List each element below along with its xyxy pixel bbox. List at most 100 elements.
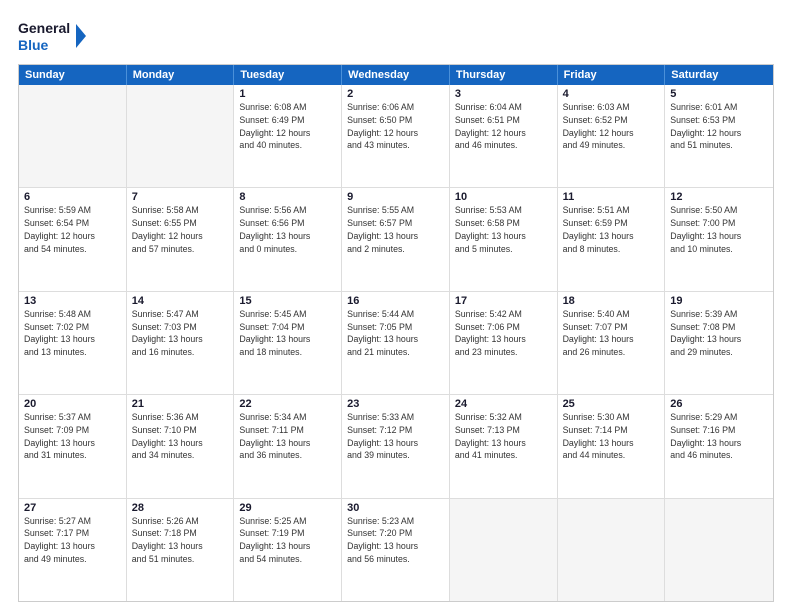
calendar-cell: 7Sunrise: 5:58 AM Sunset: 6:55 PM Daylig…	[127, 188, 235, 290]
cell-sun-info: Sunrise: 5:26 AM Sunset: 7:18 PM Dayligh…	[132, 515, 229, 566]
calendar-cell: 11Sunrise: 5:51 AM Sunset: 6:59 PM Dayli…	[558, 188, 666, 290]
cell-day-number: 11	[563, 191, 660, 203]
calendar-header: SundayMondayTuesdayWednesdayThursdayFrid…	[19, 65, 773, 85]
cell-sun-info: Sunrise: 5:58 AM Sunset: 6:55 PM Dayligh…	[132, 204, 229, 255]
svg-text:General: General	[18, 20, 70, 36]
calendar-cell: 18Sunrise: 5:40 AM Sunset: 7:07 PM Dayli…	[558, 292, 666, 394]
calendar-cell: 29Sunrise: 5:25 AM Sunset: 7:19 PM Dayli…	[234, 499, 342, 601]
cell-sun-info: Sunrise: 5:27 AM Sunset: 7:17 PM Dayligh…	[24, 515, 121, 566]
calendar-cell	[450, 499, 558, 601]
cell-day-number: 30	[347, 502, 444, 514]
cell-sun-info: Sunrise: 6:08 AM Sunset: 6:49 PM Dayligh…	[239, 101, 336, 152]
calendar-cell: 5Sunrise: 6:01 AM Sunset: 6:53 PM Daylig…	[665, 85, 773, 187]
calendar-cell: 28Sunrise: 5:26 AM Sunset: 7:18 PM Dayli…	[127, 499, 235, 601]
cell-day-number: 2	[347, 88, 444, 100]
calendar-cell: 3Sunrise: 6:04 AM Sunset: 6:51 PM Daylig…	[450, 85, 558, 187]
cell-day-number: 8	[239, 191, 336, 203]
calendar-row: 6Sunrise: 5:59 AM Sunset: 6:54 PM Daylig…	[19, 187, 773, 290]
calendar-cell	[665, 499, 773, 601]
calendar: SundayMondayTuesdayWednesdayThursdayFrid…	[18, 64, 774, 602]
cell-day-number: 19	[670, 295, 768, 307]
calendar-row: 20Sunrise: 5:37 AM Sunset: 7:09 PM Dayli…	[19, 394, 773, 497]
cell-sun-info: Sunrise: 5:33 AM Sunset: 7:12 PM Dayligh…	[347, 411, 444, 462]
calendar-cell: 17Sunrise: 5:42 AM Sunset: 7:06 PM Dayli…	[450, 292, 558, 394]
calendar-cell: 12Sunrise: 5:50 AM Sunset: 7:00 PM Dayli…	[665, 188, 773, 290]
calendar-cell: 6Sunrise: 5:59 AM Sunset: 6:54 PM Daylig…	[19, 188, 127, 290]
cell-day-number: 5	[670, 88, 768, 100]
weekday-header: Tuesday	[234, 65, 342, 85]
cell-day-number: 12	[670, 191, 768, 203]
cell-sun-info: Sunrise: 5:48 AM Sunset: 7:02 PM Dayligh…	[24, 308, 121, 359]
svg-text:Blue: Blue	[18, 37, 49, 53]
cell-sun-info: Sunrise: 5:44 AM Sunset: 7:05 PM Dayligh…	[347, 308, 444, 359]
cell-day-number: 25	[563, 398, 660, 410]
cell-day-number: 23	[347, 398, 444, 410]
calendar-cell: 26Sunrise: 5:29 AM Sunset: 7:16 PM Dayli…	[665, 395, 773, 497]
calendar-cell	[558, 499, 666, 601]
weekday-header: Sunday	[19, 65, 127, 85]
cell-day-number: 20	[24, 398, 121, 410]
cell-day-number: 13	[24, 295, 121, 307]
calendar-cell: 21Sunrise: 5:36 AM Sunset: 7:10 PM Dayli…	[127, 395, 235, 497]
weekday-header: Friday	[558, 65, 666, 85]
cell-sun-info: Sunrise: 5:37 AM Sunset: 7:09 PM Dayligh…	[24, 411, 121, 462]
cell-day-number: 4	[563, 88, 660, 100]
cell-day-number: 1	[239, 88, 336, 100]
cell-sun-info: Sunrise: 5:40 AM Sunset: 7:07 PM Dayligh…	[563, 308, 660, 359]
cell-sun-info: Sunrise: 5:51 AM Sunset: 6:59 PM Dayligh…	[563, 204, 660, 255]
cell-day-number: 28	[132, 502, 229, 514]
cell-sun-info: Sunrise: 5:55 AM Sunset: 6:57 PM Dayligh…	[347, 204, 444, 255]
calendar-cell: 23Sunrise: 5:33 AM Sunset: 7:12 PM Dayli…	[342, 395, 450, 497]
cell-sun-info: Sunrise: 5:34 AM Sunset: 7:11 PM Dayligh…	[239, 411, 336, 462]
cell-sun-info: Sunrise: 6:04 AM Sunset: 6:51 PM Dayligh…	[455, 101, 552, 152]
cell-day-number: 17	[455, 295, 552, 307]
cell-day-number: 14	[132, 295, 229, 307]
calendar-cell: 13Sunrise: 5:48 AM Sunset: 7:02 PM Dayli…	[19, 292, 127, 394]
cell-sun-info: Sunrise: 5:36 AM Sunset: 7:10 PM Dayligh…	[132, 411, 229, 462]
cell-sun-info: Sunrise: 6:01 AM Sunset: 6:53 PM Dayligh…	[670, 101, 768, 152]
cell-sun-info: Sunrise: 5:32 AM Sunset: 7:13 PM Dayligh…	[455, 411, 552, 462]
calendar-cell: 4Sunrise: 6:03 AM Sunset: 6:52 PM Daylig…	[558, 85, 666, 187]
cell-day-number: 9	[347, 191, 444, 203]
page: GeneralBlue SundayMondayTuesdayWednesday…	[0, 0, 792, 612]
calendar-cell: 15Sunrise: 5:45 AM Sunset: 7:04 PM Dayli…	[234, 292, 342, 394]
cell-day-number: 6	[24, 191, 121, 203]
cell-sun-info: Sunrise: 6:03 AM Sunset: 6:52 PM Dayligh…	[563, 101, 660, 152]
calendar-cell: 1Sunrise: 6:08 AM Sunset: 6:49 PM Daylig…	[234, 85, 342, 187]
calendar-cell: 8Sunrise: 5:56 AM Sunset: 6:56 PM Daylig…	[234, 188, 342, 290]
header: GeneralBlue	[18, 16, 774, 56]
calendar-cell: 19Sunrise: 5:39 AM Sunset: 7:08 PM Dayli…	[665, 292, 773, 394]
cell-day-number: 18	[563, 295, 660, 307]
cell-day-number: 24	[455, 398, 552, 410]
cell-sun-info: Sunrise: 5:39 AM Sunset: 7:08 PM Dayligh…	[670, 308, 768, 359]
cell-day-number: 7	[132, 191, 229, 203]
calendar-cell: 9Sunrise: 5:55 AM Sunset: 6:57 PM Daylig…	[342, 188, 450, 290]
cell-sun-info: Sunrise: 6:06 AM Sunset: 6:50 PM Dayligh…	[347, 101, 444, 152]
weekday-header: Saturday	[665, 65, 773, 85]
calendar-cell: 20Sunrise: 5:37 AM Sunset: 7:09 PM Dayli…	[19, 395, 127, 497]
cell-sun-info: Sunrise: 5:56 AM Sunset: 6:56 PM Dayligh…	[239, 204, 336, 255]
calendar-cell: 30Sunrise: 5:23 AM Sunset: 7:20 PM Dayli…	[342, 499, 450, 601]
calendar-cell: 22Sunrise: 5:34 AM Sunset: 7:11 PM Dayli…	[234, 395, 342, 497]
weekday-header: Wednesday	[342, 65, 450, 85]
calendar-row: 27Sunrise: 5:27 AM Sunset: 7:17 PM Dayli…	[19, 498, 773, 601]
calendar-cell: 24Sunrise: 5:32 AM Sunset: 7:13 PM Dayli…	[450, 395, 558, 497]
calendar-cell: 10Sunrise: 5:53 AM Sunset: 6:58 PM Dayli…	[450, 188, 558, 290]
cell-sun-info: Sunrise: 5:47 AM Sunset: 7:03 PM Dayligh…	[132, 308, 229, 359]
cell-sun-info: Sunrise: 5:30 AM Sunset: 7:14 PM Dayligh…	[563, 411, 660, 462]
cell-day-number: 21	[132, 398, 229, 410]
calendar-cell	[127, 85, 235, 187]
cell-day-number: 26	[670, 398, 768, 410]
logo: GeneralBlue	[18, 16, 98, 56]
calendar-row: 1Sunrise: 6:08 AM Sunset: 6:49 PM Daylig…	[19, 85, 773, 187]
cell-sun-info: Sunrise: 5:45 AM Sunset: 7:04 PM Dayligh…	[239, 308, 336, 359]
calendar-cell: 25Sunrise: 5:30 AM Sunset: 7:14 PM Dayli…	[558, 395, 666, 497]
cell-day-number: 16	[347, 295, 444, 307]
cell-sun-info: Sunrise: 5:23 AM Sunset: 7:20 PM Dayligh…	[347, 515, 444, 566]
cell-day-number: 15	[239, 295, 336, 307]
calendar-cell: 16Sunrise: 5:44 AM Sunset: 7:05 PM Dayli…	[342, 292, 450, 394]
cell-day-number: 29	[239, 502, 336, 514]
calendar-cell: 2Sunrise: 6:06 AM Sunset: 6:50 PM Daylig…	[342, 85, 450, 187]
weekday-header: Monday	[127, 65, 235, 85]
cell-sun-info: Sunrise: 5:59 AM Sunset: 6:54 PM Dayligh…	[24, 204, 121, 255]
